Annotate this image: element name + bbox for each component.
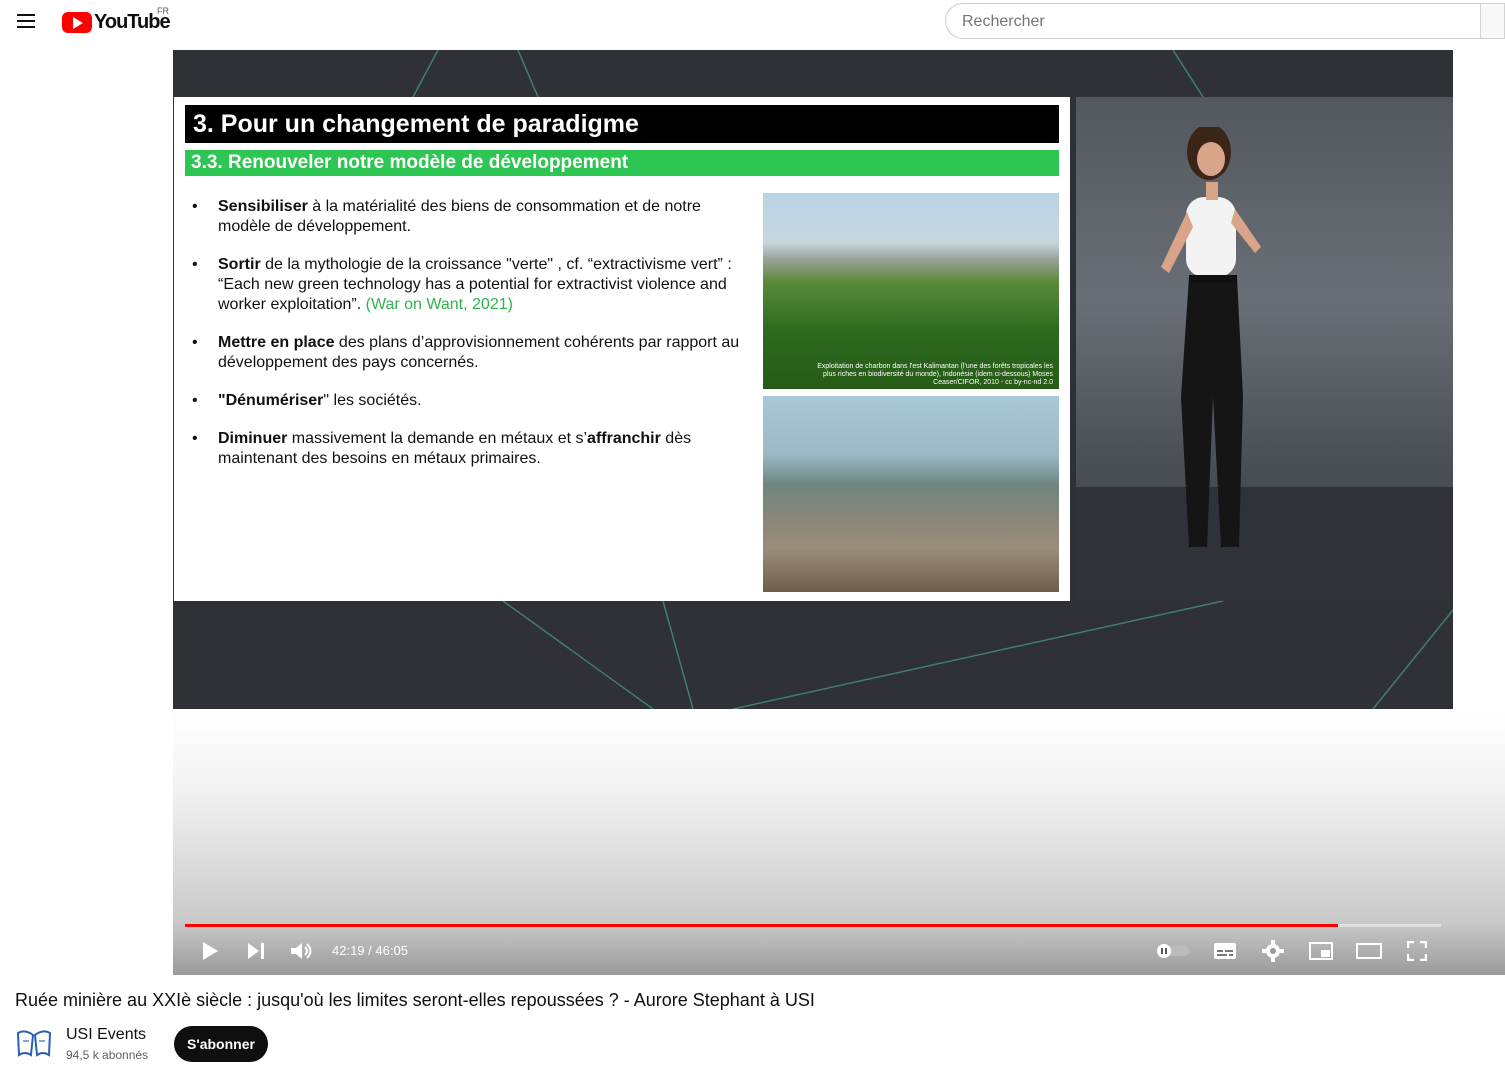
miniplayer-button[interactable] — [1308, 938, 1334, 964]
menu-icon[interactable] — [17, 14, 35, 28]
bullet-item: Mettre en place des plans d’approvisionn… — [190, 333, 750, 373]
slide-subtitle: 3.3. Renouveler notre modèle de développ… — [185, 150, 1059, 176]
fullscreen-button[interactable] — [1405, 938, 1429, 964]
volume-button[interactable] — [290, 938, 314, 964]
video-frame[interactable]: 3. Pour un changement de paradigme 3.3. … — [173, 50, 1453, 709]
player-letterbox — [173, 709, 1505, 975]
time-display: 42:19 / 46:05 — [332, 943, 408, 958]
duration: 46:05 — [375, 943, 408, 958]
autoplay-icon — [1157, 944, 1189, 958]
subtitles-icon — [1214, 943, 1236, 959]
next-button[interactable] — [245, 938, 267, 964]
bullet-item: Sortir de la mythologie de la croissance… — [190, 255, 750, 315]
theater-icon — [1356, 943, 1382, 959]
photo-caption: Exploitation de charbon dans l'est Kalim… — [817, 363, 1053, 386]
slide-bullets: Sensibiliser à la matérialité des biens … — [190, 197, 750, 487]
miniplayer-icon — [1309, 942, 1333, 960]
search-placeholder: Rechercher — [962, 13, 1045, 30]
next-icon — [248, 943, 264, 959]
volume-icon — [291, 943, 312, 959]
search-input[interactable]: Rechercher — [945, 3, 1480, 39]
mine-photo-top: Exploitation de charbon dans l'est Kalim… — [763, 193, 1059, 389]
channel-name[interactable]: USI Events — [66, 1026, 146, 1044]
subscribe-button[interactable]: S'abonner — [174, 1026, 268, 1062]
fullscreen-icon — [1407, 941, 1427, 961]
autoplay-toggle[interactable] — [1156, 938, 1190, 964]
current-time: 42:19 — [332, 943, 365, 958]
subtitles-button[interactable] — [1213, 938, 1237, 964]
slide-title: 3. Pour un changement de paradigme — [185, 105, 1059, 143]
progress-bar[interactable] — [185, 924, 1441, 927]
speaker-figure — [1161, 127, 1261, 547]
play-icon — [203, 942, 218, 960]
presentation-slide: 3. Pour un changement de paradigme 3.3. … — [174, 97, 1070, 601]
subscriber-count: 94,5 k abonnés — [66, 1048, 149, 1062]
top-bar: YouTube FR Rechercher — [0, 0, 1505, 48]
mine-photo-bottom — [763, 396, 1059, 592]
theater-mode-button[interactable] — [1356, 938, 1382, 964]
youtube-logo[interactable]: YouTube FR — [62, 6, 171, 33]
search-button[interactable] — [1480, 3, 1505, 39]
citation: (War on Want, 2021) — [365, 296, 513, 313]
video-player[interactable]: 3. Pour un changement de paradigme 3.3. … — [173, 50, 1505, 975]
channel-avatar[interactable] — [15, 1027, 53, 1061]
speaker-stage — [1076, 97, 1453, 601]
video-title: Ruée minière au XXIè siècle : jusqu'où l… — [15, 990, 815, 1010]
youtube-play-icon — [62, 11, 92, 33]
progress-played — [185, 924, 1338, 927]
region-code: FR — [157, 6, 169, 16]
play-button[interactable] — [199, 938, 221, 964]
bullet-item: Sensibiliser à la matérialité des biens … — [190, 197, 750, 237]
settings-button[interactable] — [1261, 938, 1285, 964]
gear-icon — [1262, 940, 1284, 962]
bullet-item: "Dénumériser" les sociétés. — [190, 391, 750, 411]
bullet-item: Diminuer massivement la demande en métau… — [190, 429, 750, 469]
